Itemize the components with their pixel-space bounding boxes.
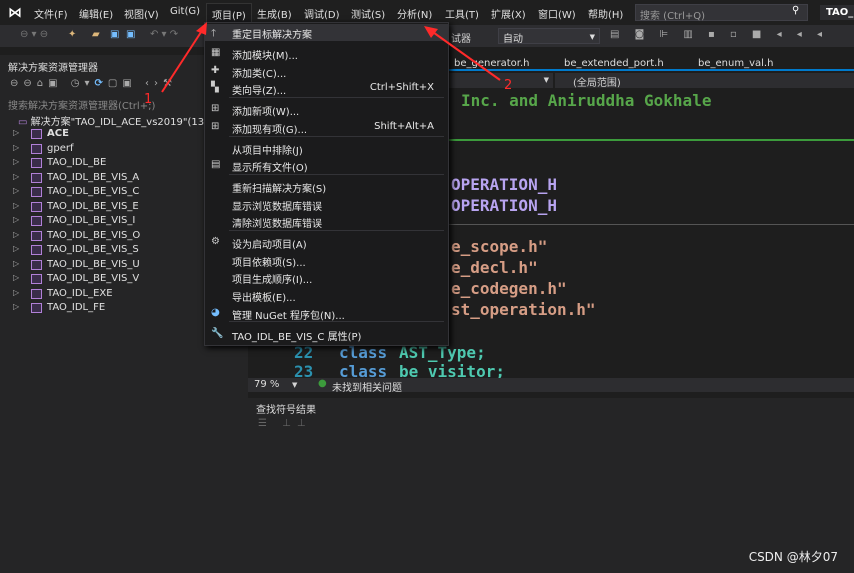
arrow-head-icon <box>424 26 438 38</box>
watermark: CSDN @林夕07 <box>748 550 838 564</box>
annotation-arrow-2 <box>429 29 501 81</box>
annotation-label-2: 2 <box>504 78 513 93</box>
annotation-arrow-1 <box>161 25 206 93</box>
annotation-label-1: 1 <box>144 92 153 107</box>
annotation-arrows <box>161 22 501 93</box>
arrow-head-icon <box>196 22 207 35</box>
